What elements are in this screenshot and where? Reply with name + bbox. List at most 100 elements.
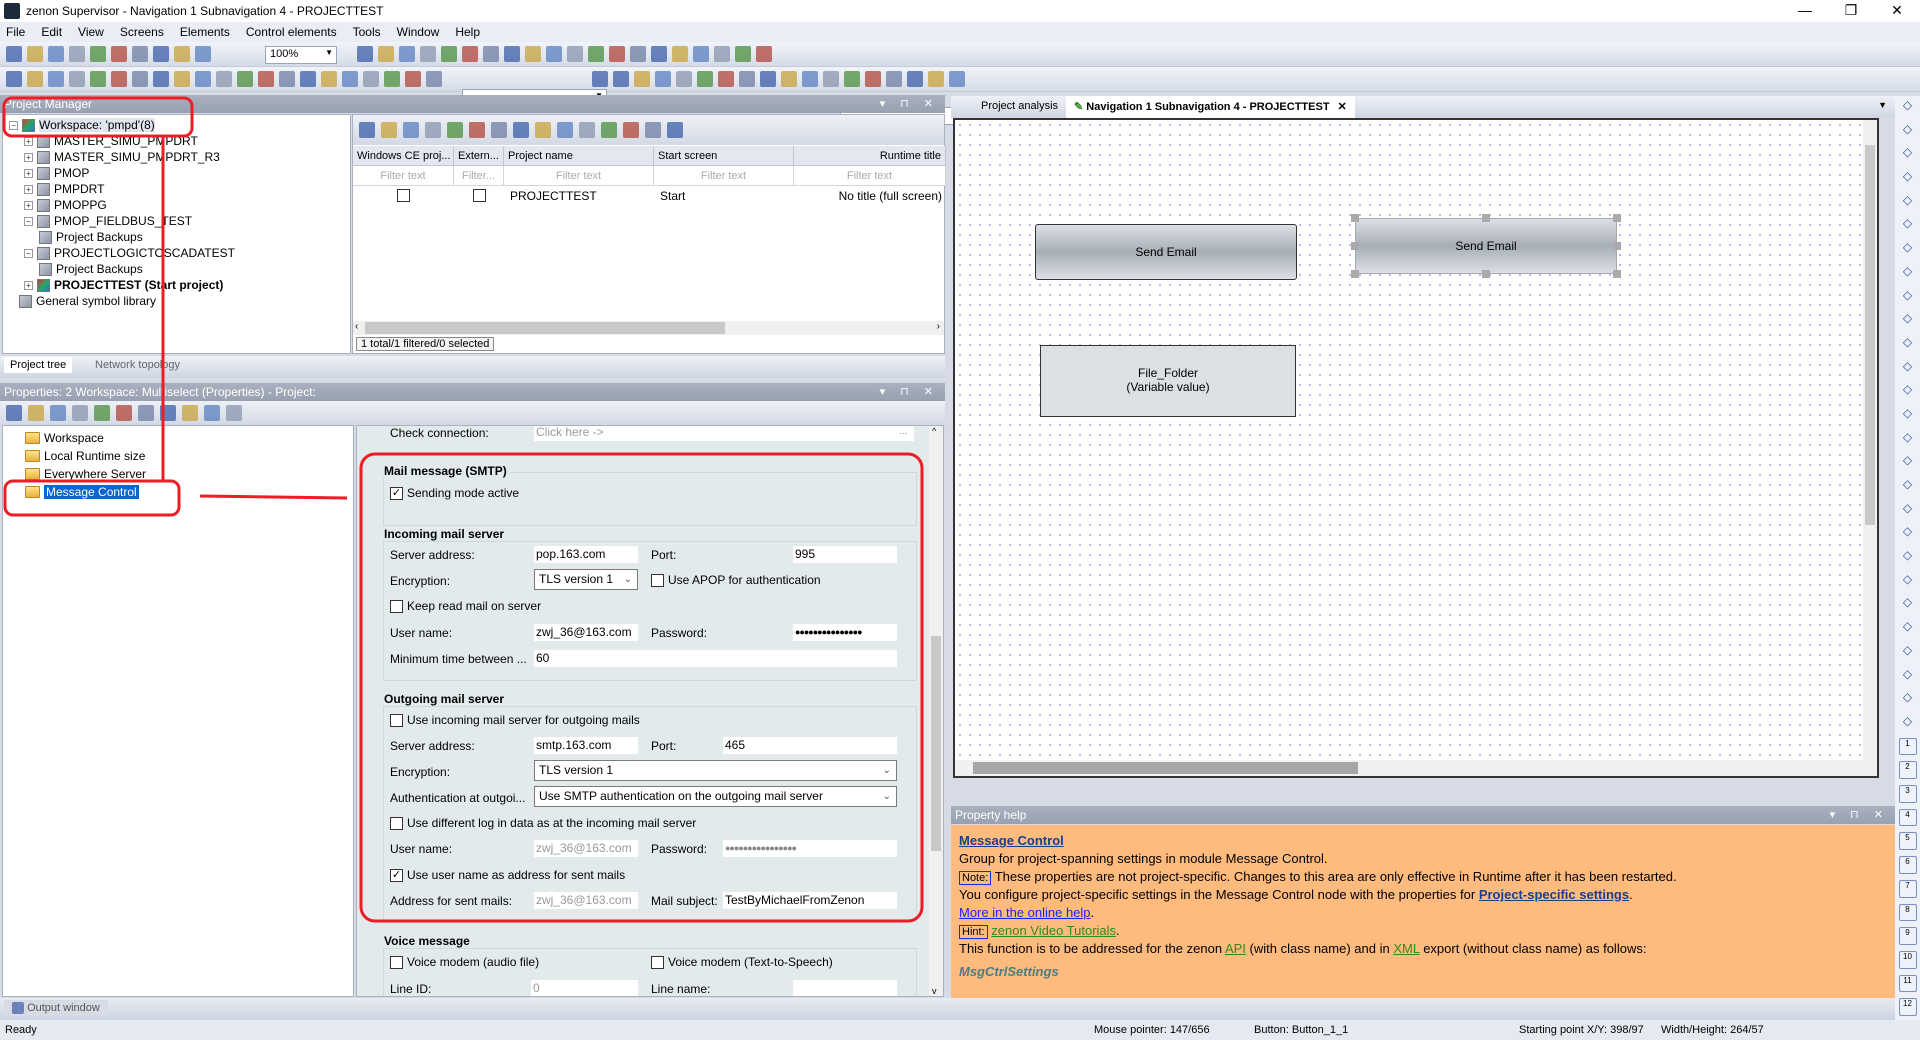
- align-right-icon[interactable]: [399, 46, 415, 62]
- help-icon[interactable]: [667, 122, 683, 138]
- minimize-button[interactable]: —: [1782, 0, 1828, 22]
- combo-tool-icon[interactable]: ◇: [1899, 548, 1917, 566]
- layer-12-button[interactable]: 12: [1898, 998, 1917, 1017]
- tree-item-message-control[interactable]: Message Control: [25, 484, 139, 500]
- wizard-icon[interactable]: [469, 122, 485, 138]
- zoom-select[interactable]: 100% ▼: [265, 46, 337, 64]
- user-down-icon[interactable]: [342, 71, 358, 87]
- grouped-icon[interactable]: [50, 405, 66, 421]
- menu-tools[interactable]: Tools: [353, 25, 381, 39]
- incoming-encryption-select[interactable]: TLS version 1 ⌄: [534, 569, 638, 590]
- screen-canvas[interactable]: Send Email Send Email File_Folder (Variab…: [953, 118, 1879, 778]
- clock-tool-icon[interactable]: ◇: [1899, 524, 1917, 542]
- user-icon[interactable]: [300, 71, 316, 87]
- star-tool-icon[interactable]: ◇: [1899, 667, 1917, 685]
- filter-runtime-title[interactable]: Filter text: [794, 166, 946, 186]
- resize-handle[interactable]: [1351, 214, 1359, 222]
- cut-icon[interactable]: [48, 46, 64, 62]
- expand-icon[interactable]: +: [24, 152, 33, 162]
- address-input[interactable]: zwj_36@163.com: [534, 892, 638, 909]
- help-icon[interactable]: [226, 405, 242, 421]
- link-icon[interactable]: [718, 71, 734, 87]
- panel-controls[interactable]: ▾ ⊓ ✕: [1830, 806, 1889, 824]
- same-height-icon[interactable]: [567, 46, 583, 62]
- refresh-icon[interactable]: [601, 122, 617, 138]
- filter-start-screen[interactable]: Filter text: [654, 166, 794, 186]
- pointer-icon[interactable]: [174, 46, 190, 62]
- send-email-button-element-selected[interactable]: Send Email: [1355, 218, 1617, 274]
- api-link[interactable]: API: [1225, 941, 1246, 956]
- polyline2-tool-icon[interactable]: ◇: [1899, 240, 1917, 258]
- column-windows-ce[interactable]: Windows CE proj...: [353, 146, 454, 166]
- min-time-input[interactable]: 60: [534, 650, 897, 667]
- bar-tool-icon[interactable]: ◇: [1899, 430, 1917, 448]
- button-tool-icon[interactable]: ◇: [1899, 335, 1917, 353]
- menu-view[interactable]: View: [78, 25, 104, 39]
- column-runtime-title[interactable]: Runtime title: [794, 146, 946, 166]
- table-icon[interactable]: [928, 71, 944, 87]
- switch-tool-icon[interactable]: ◇: [1899, 359, 1917, 377]
- layer-8-button[interactable]: 8: [1898, 903, 1917, 922]
- polygon-tool-icon[interactable]: ◇: [1899, 169, 1917, 187]
- new-project-icon[interactable]: [359, 122, 375, 138]
- scrollbar-thumb[interactable]: [973, 762, 1358, 774]
- copy-icon[interactable]: [69, 46, 85, 62]
- lock-icon[interactable]: [714, 46, 730, 62]
- align-left-icon[interactable]: [378, 46, 394, 62]
- search-icon[interactable]: [613, 71, 629, 87]
- check-connection-link[interactable]: Click here ->: [534, 426, 914, 441]
- expand-all-icon[interactable]: [182, 405, 198, 421]
- alphabetical-icon[interactable]: [28, 405, 44, 421]
- abc-tool-icon[interactable]: ◇: [1899, 595, 1917, 613]
- resize-handle[interactable]: [1613, 242, 1621, 250]
- chart-tool-icon[interactable]: ◇: [1899, 453, 1917, 471]
- close-tab-icon[interactable]: ✕: [1338, 101, 1347, 113]
- outgoing-encryption-select[interactable]: TLS version 1 ⌄: [534, 760, 897, 781]
- diff-login-checkbox[interactable]: [390, 817, 403, 830]
- valve-tool-icon[interactable]: ◇: [1899, 501, 1917, 519]
- step-tool-icon[interactable]: ◇: [1899, 288, 1917, 306]
- menu-file[interactable]: File: [6, 25, 25, 39]
- move-up-icon[interactable]: [174, 71, 190, 87]
- outgoing-server-input[interactable]: smtp.163.com: [534, 737, 638, 754]
- add-icon[interactable]: [381, 122, 397, 138]
- tree-item[interactable]: + PMPDRT: [24, 181, 104, 197]
- voice-audio-checkbox[interactable]: [390, 956, 403, 969]
- new-project-icon[interactable]: [6, 71, 22, 87]
- menu-edit[interactable]: Edit: [41, 25, 62, 39]
- panel-controls[interactable]: ▾ ⊓ ✕: [880, 383, 939, 401]
- tree-item[interactable]: Project Backups: [39, 261, 143, 277]
- line-name-input[interactable]: [793, 980, 897, 996]
- verify-icon[interactable]: [279, 71, 295, 87]
- layer-2-button[interactable]: 2: [1898, 761, 1917, 779]
- find-icon[interactable]: [69, 71, 85, 87]
- check-icon[interactable]: [132, 71, 148, 87]
- scroll-left-icon[interactable]: ‹: [355, 321, 358, 332]
- text-icon[interactable]: [886, 71, 902, 87]
- layer-10-button[interactable]: 10: [1898, 951, 1917, 969]
- output-window-tab[interactable]: Output window: [4, 1000, 108, 1017]
- build-icon[interactable]: [491, 122, 507, 138]
- expand-icon[interactable]: +: [24, 280, 33, 290]
- incoming-server-input[interactable]: pop.163.com: [534, 546, 638, 563]
- tab-navigation-screen[interactable]: ✎ Navigation 1 Subnavigation 4 - PROJECT…: [1066, 96, 1355, 118]
- use-incoming-checkbox[interactable]: [390, 714, 403, 727]
- rotate-icon[interactable]: [672, 46, 688, 62]
- vertical-scrollbar[interactable]: ^ v: [929, 426, 943, 996]
- panel-controls[interactable]: ▾ ⊓ ✕: [880, 95, 939, 113]
- tree-item[interactable]: + MASTER_SIMU_PMPDRT_R3: [24, 149, 220, 165]
- text-tool-icon[interactable]: ◇: [1899, 572, 1917, 590]
- maximize-button[interactable]: ❐: [1828, 0, 1874, 22]
- scrollbar-thumb[interactable]: [1865, 145, 1875, 525]
- scrollbar-thumb[interactable]: [931, 636, 941, 851]
- sending-mode-checkbox[interactable]: ✓: [390, 487, 403, 500]
- import-icon[interactable]: [27, 71, 43, 87]
- compile-icon[interactable]: [111, 71, 127, 87]
- layer-11-button[interactable]: 11: [1898, 974, 1917, 993]
- align-top-icon[interactable]: [420, 46, 436, 62]
- subject-input[interactable]: TestByMichaelFromZenon: [723, 892, 897, 909]
- step1-icon[interactable]: [195, 71, 211, 87]
- resize-handle[interactable]: [1482, 270, 1490, 278]
- layer-6-button[interactable]: 6: [1898, 856, 1917, 874]
- outgoing-user-input[interactable]: zwj_36@163.com: [534, 840, 638, 857]
